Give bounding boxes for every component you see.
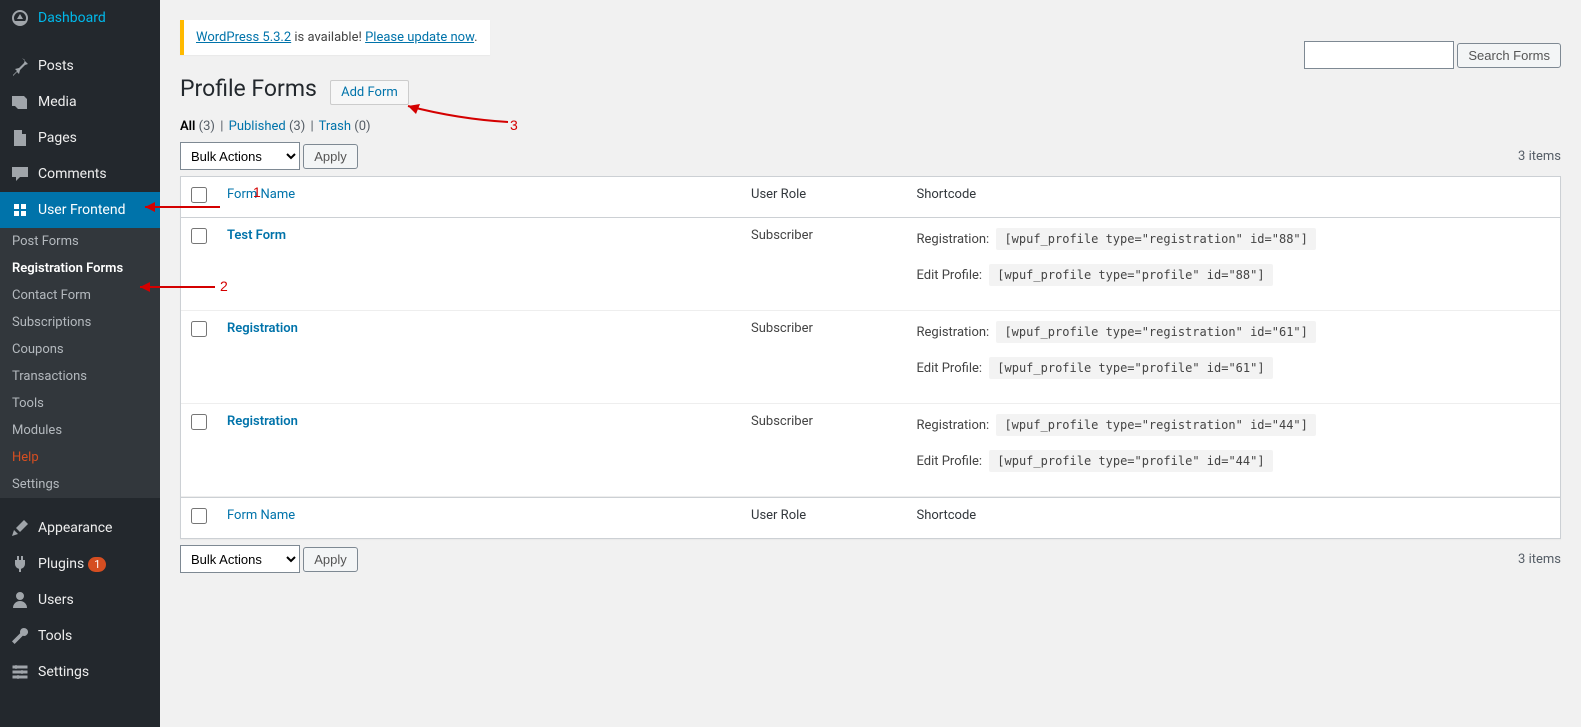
submenu-registration-forms[interactable]: Registration Forms bbox=[0, 255, 160, 282]
menu-users[interactable]: Users bbox=[0, 582, 160, 618]
shortcode-cell: Registration: [wpuf_profile type="regist… bbox=[906, 404, 1560, 497]
bulk-apply-bottom[interactable]: Apply bbox=[303, 547, 358, 572]
shortcode-edit-profile[interactable]: [wpuf_profile type="profile" id="44"] bbox=[989, 450, 1272, 472]
menu-label: Media bbox=[38, 94, 77, 110]
form-name-link[interactable]: Registration bbox=[227, 321, 298, 336]
form-name-link[interactable]: Test Form bbox=[227, 228, 286, 243]
table-row: Registration SubscriberRegistration: [wpu… bbox=[181, 311, 1560, 404]
menu-label: User Frontend bbox=[38, 202, 125, 218]
page-title: Profile Forms bbox=[180, 75, 317, 102]
submenu-coupons[interactable]: Coupons bbox=[0, 336, 160, 363]
menu-tools[interactable]: Tools bbox=[0, 618, 160, 654]
userfrontend-icon bbox=[10, 200, 30, 220]
user-role-cell: Subscriber bbox=[741, 218, 906, 311]
shortcode-edit-profile[interactable]: [wpuf_profile type="profile" id="88"] bbox=[989, 264, 1272, 286]
row-checkbox[interactable] bbox=[191, 228, 207, 244]
shortcode-cell: Registration: [wpuf_profile type="regist… bbox=[906, 311, 1560, 404]
menu-user-frontend[interactable]: User Frontend bbox=[0, 192, 160, 228]
form-name-link[interactable]: Registration bbox=[227, 414, 298, 429]
menu-media[interactable]: Media bbox=[0, 84, 160, 120]
col-form-name-foot[interactable]: Form Name bbox=[227, 508, 295, 523]
status-filters: All (3) | Published (3) | Trash (0) bbox=[180, 119, 1561, 134]
filter-published[interactable]: Published bbox=[229, 119, 286, 134]
sliders-icon bbox=[10, 662, 30, 682]
update-now-link[interactable]: Please update now bbox=[365, 30, 474, 45]
wp-version-link[interactable]: WordPress 5.3.2 bbox=[196, 30, 291, 45]
search-input[interactable] bbox=[1304, 41, 1454, 69]
forms-table: Form Name User Role Shortcode Test Form S… bbox=[180, 176, 1561, 539]
comment-icon bbox=[10, 164, 30, 184]
wrench-icon bbox=[10, 626, 30, 646]
table-row: Registration SubscriberRegistration: [wpu… bbox=[181, 404, 1560, 497]
submenu-transactions[interactable]: Transactions bbox=[0, 363, 160, 390]
search-box: Search Forms bbox=[1304, 41, 1561, 69]
menu-label: Comments bbox=[38, 166, 107, 182]
pin-icon bbox=[10, 56, 30, 76]
menu-label: Dashboard bbox=[38, 10, 106, 26]
menu-label: Settings bbox=[38, 664, 89, 680]
shortcode-registration[interactable]: [wpuf_profile type="registration" id="88… bbox=[996, 228, 1315, 250]
menu-settings[interactable]: Settings bbox=[0, 654, 160, 690]
menu-posts[interactable]: Posts bbox=[0, 48, 160, 84]
users-icon bbox=[10, 590, 30, 610]
col-form-name[interactable]: Form Name bbox=[227, 187, 295, 202]
submenu-modules[interactable]: Modules bbox=[0, 417, 160, 444]
bulk-apply-top[interactable]: Apply bbox=[303, 144, 358, 169]
menu-label: Users bbox=[38, 592, 74, 608]
bulk-actions-select-top[interactable]: Bulk Actions bbox=[180, 142, 300, 170]
submenu-settings[interactable]: Settings bbox=[0, 471, 160, 498]
plug-icon bbox=[10, 554, 30, 574]
select-all-top[interactable] bbox=[191, 187, 207, 203]
table-row: Test Form SubscriberRegistration: [wpuf_p… bbox=[181, 218, 1560, 311]
shortcode-cell: Registration: [wpuf_profile type="regist… bbox=[906, 218, 1560, 311]
menu-comments[interactable]: Comments bbox=[0, 156, 160, 192]
item-count-top: 3 items bbox=[1518, 149, 1561, 164]
shortcode-registration[interactable]: [wpuf_profile type="registration" id="61… bbox=[996, 321, 1315, 343]
select-all-bottom[interactable] bbox=[191, 508, 207, 524]
filter-all[interactable]: All bbox=[180, 119, 195, 134]
plugin-update-badge: 1 bbox=[88, 557, 106, 572]
submenu-post-forms[interactable]: Post Forms bbox=[0, 228, 160, 255]
submenu-tools[interactable]: Tools bbox=[0, 390, 160, 417]
user-role-cell: Subscriber bbox=[741, 311, 906, 404]
add-form-button[interactable]: Add Form bbox=[330, 80, 409, 105]
user-role-cell: Subscriber bbox=[741, 404, 906, 497]
page-icon bbox=[10, 128, 30, 148]
menu-dashboard[interactable]: Dashboard bbox=[0, 0, 160, 36]
menu-appearance[interactable]: Appearance bbox=[0, 510, 160, 546]
col-user-role: User Role bbox=[741, 177, 906, 218]
update-nag-text: is available! bbox=[291, 30, 365, 45]
shortcode-registration[interactable]: [wpuf_profile type="registration" id="44… bbox=[996, 414, 1315, 436]
submenu-subscriptions[interactable]: Subscriptions bbox=[0, 309, 160, 336]
media-icon bbox=[10, 92, 30, 112]
filter-trash[interactable]: Trash bbox=[319, 119, 351, 134]
shortcode-edit-profile[interactable]: [wpuf_profile type="profile" id="61"] bbox=[989, 357, 1272, 379]
menu-pages[interactable]: Pages bbox=[0, 120, 160, 156]
update-nag: WordPress 5.3.2 is available! Please upd… bbox=[180, 20, 490, 55]
menu-label: Pages bbox=[38, 130, 77, 146]
menu-label: Plugins bbox=[38, 556, 84, 572]
submenu: Post Forms Registration Forms Contact Fo… bbox=[0, 228, 160, 498]
admin-sidebar: Dashboard Posts Media Pages Comments Use… bbox=[0, 0, 160, 727]
submenu-contact-form[interactable]: Contact Form bbox=[0, 282, 160, 309]
search-button[interactable]: Search Forms bbox=[1457, 43, 1561, 68]
menu-plugins[interactable]: Plugins 1 bbox=[0, 546, 160, 582]
menu-label: Posts bbox=[38, 58, 74, 74]
row-checkbox[interactable] bbox=[191, 414, 207, 430]
menu-label: Appearance bbox=[38, 520, 112, 536]
menu-label: Tools bbox=[38, 628, 72, 644]
gauge-icon bbox=[10, 8, 30, 28]
bulk-actions-select-bottom[interactable]: Bulk Actions bbox=[180, 545, 300, 573]
row-checkbox[interactable] bbox=[191, 321, 207, 337]
brush-icon bbox=[10, 518, 30, 538]
col-shortcode: Shortcode bbox=[906, 177, 1560, 218]
item-count-bottom: 3 items bbox=[1518, 552, 1561, 567]
submenu-help[interactable]: Help bbox=[0, 444, 160, 471]
